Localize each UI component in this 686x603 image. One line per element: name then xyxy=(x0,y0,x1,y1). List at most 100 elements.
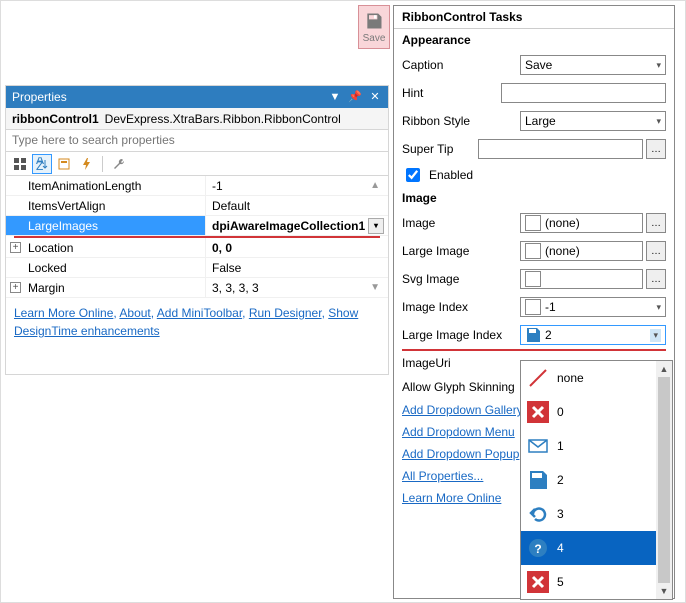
help-icon: ? xyxy=(527,537,549,559)
search-input[interactable] xyxy=(6,130,388,150)
prop-row[interactable]: Locked False xyxy=(6,258,388,278)
link-add-minitoolbar[interactable]: Add MiniToolbar xyxy=(157,306,242,320)
object-type: DevExpress.XtraBars.Ribbon.RibbonControl xyxy=(105,108,341,129)
chevron-down-icon[interactable]: ▾ xyxy=(368,218,384,234)
scroll-up-icon[interactable]: ▲ xyxy=(656,361,672,377)
expand-icon[interactable]: + xyxy=(10,282,21,293)
dropdown-scrollbar[interactable]: ▲ ▼ xyxy=(656,361,672,599)
properties-title-text: Properties xyxy=(12,86,67,108)
object-name: ribbonControl1 xyxy=(12,108,99,129)
dropdown-item-3[interactable]: 3 xyxy=(521,497,656,531)
prop-label: Locked xyxy=(6,258,206,277)
save-label: Save xyxy=(363,33,386,44)
wrench-icon[interactable] xyxy=(109,154,129,174)
large-image-field[interactable]: (none) xyxy=(520,241,643,261)
prop-value[interactable]: 3, 3, 3, 3 xyxy=(206,278,388,297)
super-tip-label: Super Tip xyxy=(402,142,470,156)
dropdown-item-none[interactable]: none xyxy=(521,361,656,395)
ellipsis-button[interactable]: … xyxy=(646,213,666,233)
link-learn-more[interactable]: Learn More Online xyxy=(14,306,113,320)
prop-row[interactable]: ItemAnimationLength -1 ▲ xyxy=(6,176,388,196)
pin-icon[interactable]: 📌 xyxy=(348,86,362,108)
chevron-down-icon: ▾ xyxy=(656,116,661,127)
svg-text:Z: Z xyxy=(36,159,43,171)
object-selector[interactable]: ribbonControl1 DevExpress.XtraBars.Ribbo… xyxy=(6,108,388,130)
dropdown-item-2[interactable]: 2 xyxy=(521,463,656,497)
property-pages-icon[interactable] xyxy=(54,154,74,174)
window-menu-icon[interactable]: ▼ xyxy=(328,86,342,108)
row-ribbon-style: Ribbon Style Large▾ xyxy=(394,107,674,135)
ellipsis-button[interactable]: … xyxy=(646,139,666,159)
mail-icon xyxy=(527,435,549,457)
svg-image-label: Svg Image xyxy=(402,272,512,286)
section-image: Image xyxy=(394,187,674,209)
prop-row[interactable]: + Margin 3, 3, 3, 3 ▼ xyxy=(6,278,388,298)
svg-text:?: ? xyxy=(534,542,541,556)
link-run-designer[interactable]: Run Designer xyxy=(249,306,322,320)
row-image: Image (none)… xyxy=(394,209,674,237)
expand-icon[interactable]: + xyxy=(10,242,21,253)
properties-titlebar[interactable]: Properties ▼ 📌 ✕ xyxy=(6,86,388,108)
image-index-combo[interactable]: -1▾ xyxy=(520,297,666,317)
close-icon[interactable]: ✕ xyxy=(368,86,382,108)
save-icon xyxy=(364,11,384,31)
link-about[interactable]: About xyxy=(119,306,150,320)
alphabetical-icon[interactable]: AZ xyxy=(32,154,52,174)
save-icon xyxy=(527,469,549,491)
caption-label: Caption xyxy=(402,58,512,72)
large-image-index-label: Large Image Index xyxy=(402,328,512,342)
prop-row[interactable]: ItemsVertAlign Default xyxy=(6,196,388,216)
row-hint: Hint xyxy=(394,79,674,107)
prop-value[interactable]: dpiAwareImageCollection1 ▾ xyxy=(206,216,388,235)
caption-combo[interactable]: Save▾ xyxy=(520,55,666,75)
scroll-down-icon[interactable]: ▼ xyxy=(656,583,672,599)
super-tip-input[interactable] xyxy=(478,139,643,159)
prop-value[interactable]: Default xyxy=(206,196,388,215)
ribbon-style-label: Ribbon Style xyxy=(402,114,512,128)
image-label: Image xyxy=(402,216,512,230)
dropdown-item-0[interactable]: 0 xyxy=(521,395,656,429)
row-enabled: Enabled xyxy=(394,163,674,187)
prop-row[interactable]: + Location 0, 0 xyxy=(6,238,388,258)
prop-value[interactable]: -1 xyxy=(206,176,388,195)
large-image-index-combo[interactable]: 2▾ xyxy=(520,325,666,345)
allow-glyph-label: Allow Glyph Skinning xyxy=(402,380,515,394)
none-icon xyxy=(527,367,549,389)
properties-panel: Properties ▼ 📌 ✕ ribbonControl1 DevExpre… xyxy=(5,85,389,375)
prop-value[interactable]: 0, 0 xyxy=(206,238,388,257)
dropdown-item-5[interactable]: 5 xyxy=(521,565,656,599)
categorized-icon[interactable] xyxy=(10,154,30,174)
svg-image-field[interactable] xyxy=(520,269,643,289)
ellipsis-button[interactable]: … xyxy=(646,269,666,289)
chevron-down-icon: ▾ xyxy=(650,329,661,342)
prop-label: ItemsVertAlign xyxy=(6,196,206,215)
ellipsis-button[interactable]: … xyxy=(646,241,666,261)
delete-icon xyxy=(527,401,549,423)
properties-toolbar: AZ xyxy=(6,152,388,176)
image-index-label: Image Index xyxy=(402,300,512,314)
image-field[interactable]: (none) xyxy=(520,213,643,233)
scroll-up-icon[interactable]: ▲ xyxy=(370,180,380,191)
prop-label: Margin xyxy=(6,278,206,297)
enabled-checkbox[interactable] xyxy=(406,168,420,182)
hint-input[interactable] xyxy=(501,83,666,103)
prop-row-largeimages[interactable]: LargeImages dpiAwareImageCollection1 ▾ xyxy=(6,216,388,236)
property-grid: ItemAnimationLength -1 ▲ ItemsVertAlign … xyxy=(6,176,388,298)
tasks-title: RibbonControl Tasks xyxy=(394,6,674,29)
chevron-down-icon: ▾ xyxy=(656,302,661,313)
property-links: Learn More Online, About, Add MiniToolba… xyxy=(6,298,388,346)
events-icon[interactable] xyxy=(76,154,96,174)
chevron-down-icon: ▾ xyxy=(656,60,661,71)
dropdown-item-1[interactable]: 1 xyxy=(521,429,656,463)
row-super-tip: Super Tip … xyxy=(394,135,674,163)
scroll-down-icon[interactable]: ▼ xyxy=(370,282,380,293)
section-appearance: Appearance xyxy=(394,29,674,51)
ribbon-save-button[interactable]: Save xyxy=(358,5,390,49)
save-icon xyxy=(525,327,541,343)
prop-value[interactable]: False xyxy=(206,258,388,277)
row-large-image: Large Image (none)… xyxy=(394,237,674,265)
hint-label: Hint xyxy=(402,86,493,100)
row-image-index: Image Index -1▾ xyxy=(394,293,674,321)
ribbon-style-combo[interactable]: Large▾ xyxy=(520,111,666,131)
dropdown-item-4[interactable]: ? 4 xyxy=(521,531,656,565)
